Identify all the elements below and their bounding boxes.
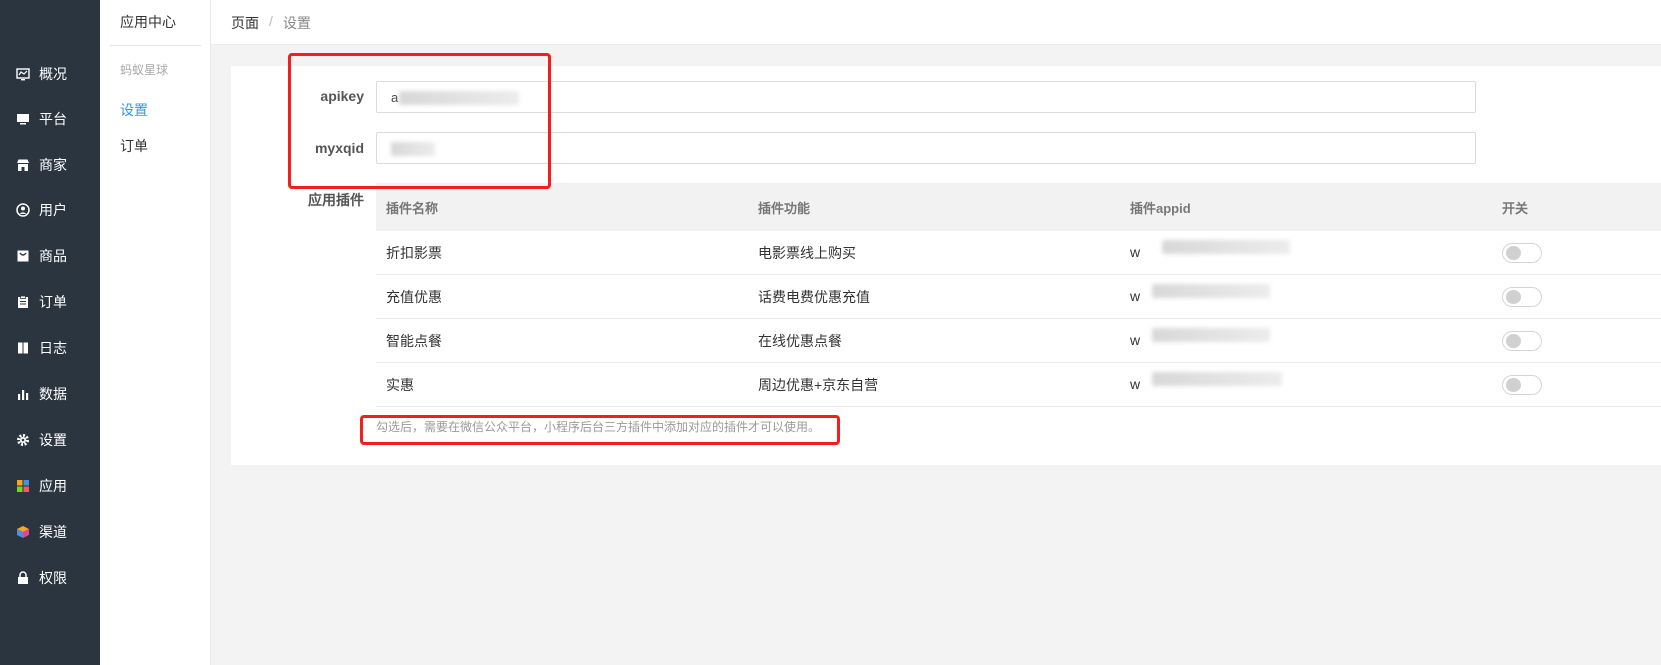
dashboard-icon	[15, 66, 31, 82]
plugin-function: 在线优惠点餐	[758, 332, 842, 349]
submenu-link-settings[interactable]: 设置	[120, 100, 148, 120]
toggle-knob	[1506, 289, 1521, 304]
nav-item-label: 应用	[39, 478, 67, 494]
appid-prefix: w	[1130, 376, 1141, 393]
nav-item-permission[interactable]: 权限	[0, 555, 100, 601]
plugin-function: 电影票线上购买	[758, 244, 856, 261]
nav-item-label: 数据	[39, 386, 67, 402]
clipboard-icon	[15, 294, 31, 310]
nav-item-apps[interactable]: 应用	[0, 463, 100, 509]
plugin-name: 充值优惠	[386, 288, 442, 305]
plugin-toggle[interactable]	[1502, 286, 1542, 307]
top-header: 页面 / 设置	[211, 0, 1661, 45]
toggle-knob	[1506, 333, 1521, 348]
nav-item-label: 商家	[39, 157, 67, 173]
plugin-toggle[interactable]	[1502, 330, 1542, 351]
user-icon	[15, 202, 31, 218]
header-function: 插件功能	[758, 200, 811, 216]
plugins-table: 插件名称 插件功能 插件appid 开关 折扣影票 电影票线上购买 w 充值优惠…	[376, 183, 1661, 407]
breadcrumb: 页面 / 设置	[231, 13, 311, 33]
redacted-text	[1162, 239, 1291, 254]
plugin-toggle[interactable]	[1502, 242, 1542, 263]
appid-prefix: w	[1130, 332, 1141, 349]
plugin-function: 话费电费优惠充值	[758, 288, 870, 305]
lock-icon	[15, 570, 31, 586]
main-sidebar: 概况 平台 商家 用户 商品 订单 日志 数据 设置 应用 渠道 权限	[0, 0, 100, 665]
book-icon	[15, 340, 31, 356]
plugin-toggle[interactable]	[1502, 374, 1542, 395]
header-switch: 开关	[1502, 200, 1529, 216]
plugin-function: 周边优惠+京东自营	[758, 376, 879, 393]
nav-item-label: 渠道	[39, 524, 67, 540]
nav-item-label: 设置	[39, 432, 67, 448]
breadcrumb-separator: /	[269, 13, 273, 29]
breadcrumb-home[interactable]: 页面	[231, 13, 259, 33]
nav-item-platform[interactable]: 平台	[0, 96, 100, 142]
submenu-divider	[110, 45, 201, 46]
store-icon	[15, 157, 31, 173]
annotation-box-credentials	[288, 53, 551, 189]
nav-item-goods[interactable]: 商品	[0, 233, 100, 279]
plugins-label: 应用插件	[308, 192, 364, 208]
nav-item-overview[interactable]: 概况	[0, 51, 100, 97]
breadcrumb-current: 设置	[282, 15, 311, 31]
toggle-knob	[1506, 377, 1521, 392]
submenu-link-orders[interactable]: 订单	[120, 136, 148, 156]
annotation-box-hint	[360, 415, 840, 445]
plugin-name: 智能点餐	[386, 332, 442, 349]
bar-chart-icon	[15, 386, 31, 402]
nav-item-channel[interactable]: 渠道	[0, 509, 100, 555]
table-header: 插件名称 插件功能 插件appid 开关	[376, 183, 1661, 231]
nav-item-label: 概况	[39, 66, 67, 82]
submenu-title: 应用中心	[120, 14, 176, 30]
nav-item-data[interactable]: 数据	[0, 371, 100, 417]
nav-item-label: 平台	[39, 111, 67, 127]
nav-item-label: 商品	[39, 248, 67, 264]
submenu-group-label: 蚂蚁星球	[120, 63, 169, 77]
plugin-appid: w	[1120, 327, 1492, 349]
plugin-name: 实惠	[386, 376, 414, 393]
redacted-text	[1152, 283, 1271, 298]
nav-item-orders[interactable]: 订单	[0, 279, 100, 325]
monitor-icon	[15, 111, 31, 127]
toggle-knob	[1506, 245, 1521, 260]
bag-icon	[15, 248, 31, 264]
plugin-appid: w	[1120, 239, 1492, 261]
nav-item-label: 用户	[39, 202, 67, 218]
plugin-appid: w	[1120, 371, 1492, 393]
nav-item-user[interactable]: 用户	[0, 187, 100, 233]
table-row: 实惠 周边优惠+京东自营 w	[376, 363, 1661, 407]
redacted-text	[1152, 327, 1271, 342]
nav-item-merchant[interactable]: 商家	[0, 142, 100, 188]
submenu: 应用中心 蚂蚁星球 设置 订单	[100, 0, 211, 665]
plugin-name: 折扣影票	[386, 244, 442, 261]
table-row: 智能点餐 在线优惠点餐 w	[376, 319, 1661, 363]
plugin-appid: w	[1120, 283, 1492, 305]
table-row: 折扣影票 电影票线上购买 w	[376, 231, 1661, 275]
appid-prefix: w	[1130, 244, 1141, 261]
cube-icon	[15, 524, 31, 540]
header-appid: 插件appid	[1130, 200, 1191, 216]
gear-icon	[15, 432, 31, 448]
header-name: 插件名称	[386, 200, 439, 216]
nav-item-label: 权限	[39, 570, 67, 586]
nav-item-label: 日志	[39, 340, 67, 356]
nav-item-settings[interactable]: 设置	[0, 417, 100, 463]
nav-item-label: 订单	[39, 294, 67, 310]
apps-grid-icon	[15, 478, 31, 494]
nav-item-log[interactable]: 日志	[0, 325, 100, 371]
redacted-text	[1152, 371, 1283, 386]
appid-prefix: w	[1130, 288, 1141, 305]
table-row: 充值优惠 话费电费优惠充值 w	[376, 275, 1661, 319]
